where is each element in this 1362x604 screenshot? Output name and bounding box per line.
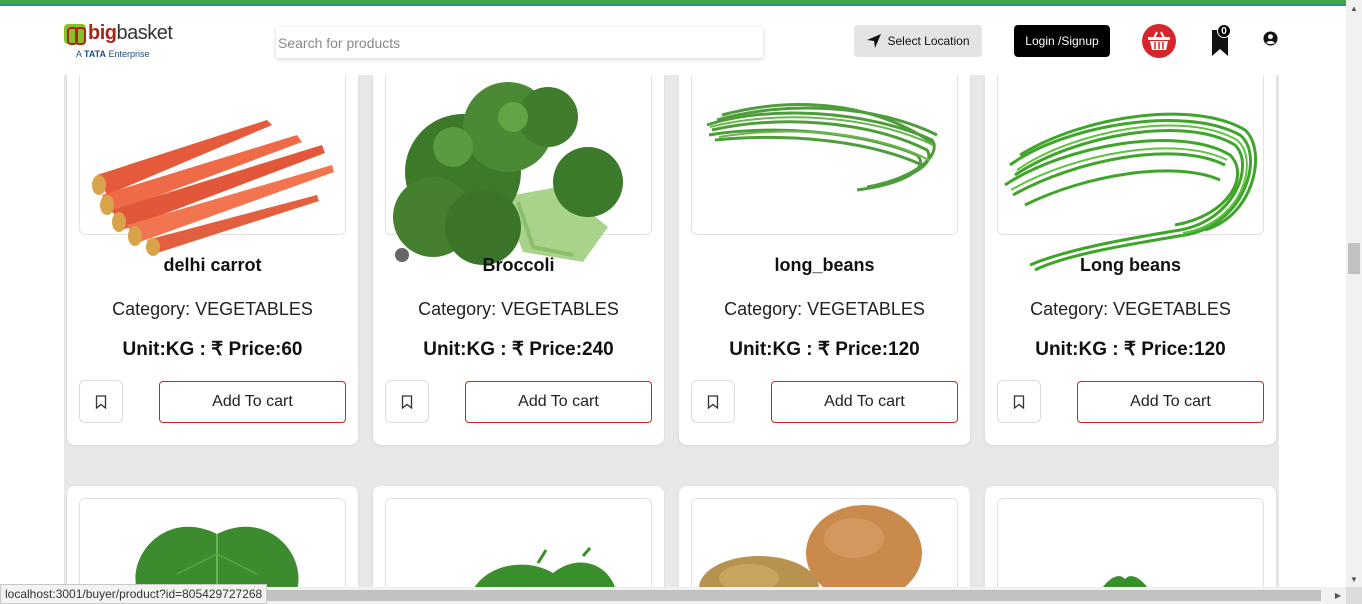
bookmark-outline-icon — [401, 394, 413, 409]
product-unit-price: Unit:KG : ₹ Price:120 — [1035, 339, 1226, 360]
bigbasket-logo-mark — [64, 24, 86, 45]
product-grid: delhi carrot Category: VEGETABLES Unit:K… — [64, 65, 1279, 604]
bookmark-product-button[interactable] — [385, 380, 429, 423]
product-name[interactable]: Broccoli — [373, 255, 664, 276]
product-name[interactable]: Long beans — [985, 255, 1276, 276]
bookmark-outline-icon — [707, 394, 719, 409]
add-to-cart-button[interactable]: Add To cart — [159, 381, 346, 423]
product-name[interactable]: long_beans — [679, 255, 970, 276]
betel-leaf-image[interactable] — [127, 514, 307, 590]
product-unit-price: Unit:KG : ₹ Price:60 — [122, 339, 303, 360]
peas-image[interactable] — [468, 547, 618, 590]
login-signup-button[interactable]: Login /Signup — [1014, 25, 1110, 57]
scroll-up-arrow-icon[interactable]: ▲ — [1346, 0, 1362, 16]
bookmark-outline-icon — [95, 394, 107, 409]
bookmark-product-button[interactable] — [691, 380, 735, 423]
status-bar-url: localhost:3001/buyer/product?id=80542972… — [0, 584, 268, 604]
long-beans-image[interactable] — [706, 95, 943, 195]
product-category: Category: VEGETABLES — [724, 299, 925, 319]
product-unit-price: Unit:KG : ₹ Price:240 — [423, 339, 614, 360]
product-category: Category: VEGETABLES — [1030, 299, 1231, 319]
navigation-arrow-icon — [867, 34, 882, 48]
select-location-button[interactable]: Select Location — [854, 25, 982, 57]
product-name[interactable]: delhi carrot — [67, 255, 358, 276]
bigbasket-logo[interactable]: bigbasket A TATA Enterprise — [64, 22, 174, 62]
product-card: Broccoli Category: VEGETABLES Unit:KG : … — [373, 65, 664, 445]
basket-icon — [1148, 31, 1170, 50]
long-beans-bundle-image[interactable] — [1004, 105, 1258, 275]
bookmark-product-button[interactable] — [79, 380, 123, 423]
user-icon[interactable] — [1263, 31, 1278, 46]
carrot-image[interactable] — [87, 115, 337, 256]
vertical-scrollbar[interactable]: ▲ ▼ — [1346, 0, 1362, 587]
bookmark-outline-icon — [1013, 394, 1025, 409]
logo-wordmark: bigbasket — [88, 22, 173, 44]
mango-image[interactable] — [699, 505, 922, 604]
product-card: delhi carrot Category: VEGETABLES Unit:K… — [67, 65, 358, 445]
vertical-scroll-thumb[interactable] — [1348, 243, 1360, 274]
site-header: bigbasket A TATA Enterprise Select Locat… — [0, 6, 1346, 75]
select-location-label: Select Location — [887, 34, 970, 48]
product-card: long_beans Category: VEGETABLES Unit:KG … — [679, 65, 970, 445]
scroll-right-arrow-icon[interactable]: ▶ — [1330, 587, 1346, 603]
broccoli-image[interactable] — [393, 77, 633, 273]
add-to-cart-button[interactable]: Add To cart — [1077, 381, 1264, 423]
scroll-down-arrow-icon[interactable]: ▼ — [1346, 571, 1362, 587]
bookmark-product-button[interactable] — [997, 380, 1041, 423]
add-to-cart-button[interactable]: Add To cart — [465, 381, 652, 423]
product-category: Category: VEGETABLES — [418, 299, 619, 319]
basket-button[interactable] — [1142, 24, 1176, 58]
search-input[interactable] — [276, 27, 763, 58]
logo-tagline: A TATA Enterprise — [76, 49, 150, 59]
product-card: Long beans Category: VEGETABLES Unit:KG … — [985, 65, 1276, 445]
add-to-cart-button[interactable]: Add To cart — [771, 381, 958, 423]
product-unit-price: Unit:KG : ₹ Price:120 — [729, 339, 920, 360]
product-category: Category: VEGETABLES — [112, 299, 313, 319]
scrollbar-corner — [1346, 587, 1362, 604]
bookmark-count-badge: 0 — [1217, 24, 1231, 38]
